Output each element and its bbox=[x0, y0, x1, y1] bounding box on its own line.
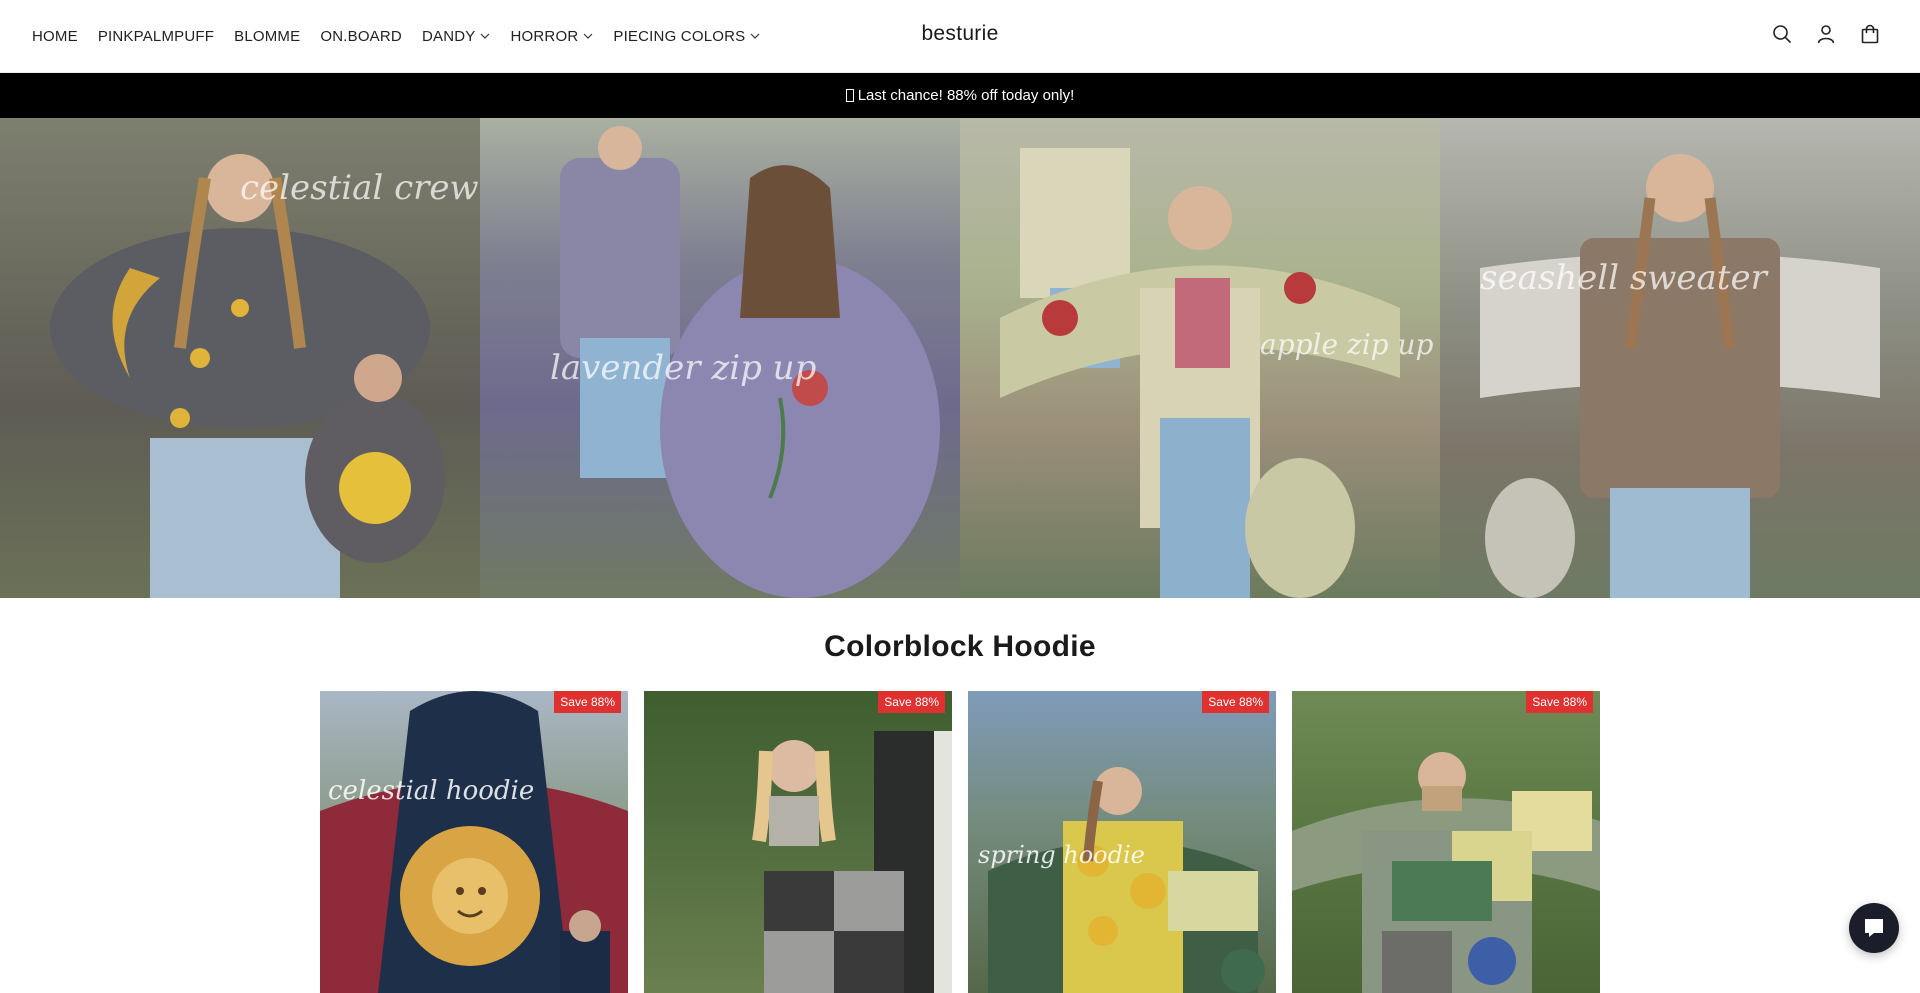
search-icon[interactable] bbox=[1772, 24, 1792, 44]
chat-button[interactable] bbox=[1849, 903, 1899, 953]
product-script-text: celestial hoodie bbox=[328, 776, 535, 806]
announcement-bar: Last chance! 88% off today only! bbox=[0, 73, 1920, 118]
hero-script-text: apple zip up bbox=[1260, 328, 1434, 361]
site-header: HOME PINKPALMPUFF BLOMME ON.BOARD DANDY … bbox=[0, 0, 1920, 73]
hero-panel-seashell-sweater: seashell sweater bbox=[1440, 118, 1920, 598]
main-nav: HOME PINKPALMPUFF BLOMME ON.BOARD DANDY … bbox=[32, 0, 780, 72]
sale-badge: Save 88% bbox=[878, 691, 945, 713]
cart-icon[interactable] bbox=[1860, 24, 1880, 44]
sale-badge: Save 88% bbox=[1526, 691, 1593, 713]
hero-script-text: seashell sweater bbox=[1480, 258, 1767, 298]
hero-script-text: lavender zip up bbox=[550, 348, 817, 388]
product-grid: Save 88% celestial hoodie Save 88% Save … bbox=[320, 691, 1600, 993]
product-card[interactable]: Save 88% bbox=[1292, 691, 1600, 993]
product-card[interactable]: Save 88% celestial hoodie bbox=[320, 691, 628, 993]
nav-item-onboard[interactable]: ON.BOARD bbox=[320, 28, 402, 45]
nav-item-dandy[interactable]: DANDY bbox=[422, 28, 491, 45]
hero-panel-lavender-zip-up: lavender zip up bbox=[480, 118, 960, 598]
nav-item-blomme[interactable]: BLOMME bbox=[234, 28, 300, 45]
nav-item-piecing-colors[interactable]: PIECING COLORS bbox=[613, 28, 760, 45]
store-logo[interactable]: besturie bbox=[921, 22, 998, 45]
account-icon[interactable] bbox=[1816, 24, 1836, 44]
hero-image-seashell bbox=[1480, 154, 1880, 598]
header-actions bbox=[1772, 24, 1880, 44]
product-script-text: spring hoodie bbox=[978, 841, 1145, 869]
collection-title: Colorblock Hoodie bbox=[824, 630, 1096, 663]
chevron-down-icon bbox=[481, 33, 490, 39]
nav-item-pinkpalmpuff[interactable]: PINKPALMPUFF bbox=[98, 28, 214, 45]
product-card[interactable]: Save 88% bbox=[644, 691, 952, 993]
product-image bbox=[320, 691, 628, 993]
announcement-text: Last chance! 88% off today only! bbox=[857, 87, 1075, 104]
hero-script-text: celestial crew bbox=[240, 168, 479, 208]
hero-banner[interactable]: celestial crew lavender zip up apple zip bbox=[0, 118, 1920, 598]
hero-panel-apple-zip-up: apple zip up bbox=[960, 118, 1440, 598]
product-card[interactable]: Save 88% spring hoodie bbox=[968, 691, 1276, 993]
chevron-down-icon bbox=[583, 33, 593, 39]
chevron-down-icon bbox=[750, 33, 760, 39]
product-image bbox=[1292, 752, 1600, 993]
nav-item-home[interactable]: HOME bbox=[32, 28, 78, 45]
missing-glyph-icon bbox=[845, 89, 854, 102]
chat-bubble-icon bbox=[1865, 919, 1883, 937]
sale-badge: Save 88% bbox=[554, 691, 621, 713]
hero-panel-celestial-crew: celestial crew bbox=[0, 118, 480, 598]
sale-badge: Save 88% bbox=[1202, 691, 1269, 713]
nav-item-horror[interactable]: HORROR bbox=[510, 28, 593, 45]
product-image bbox=[752, 731, 952, 993]
